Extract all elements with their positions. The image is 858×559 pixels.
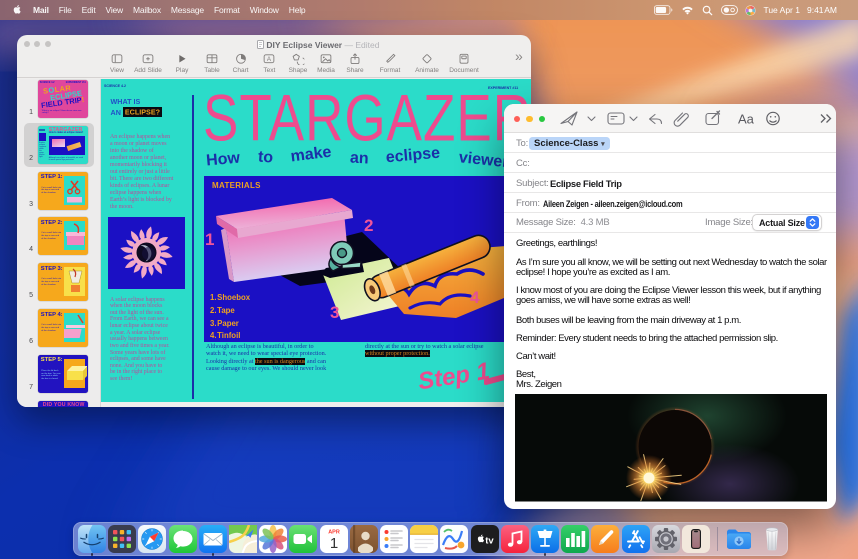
svg-text:tv: tv: [485, 535, 494, 546]
svg-text:Aa: Aa: [738, 112, 755, 127]
svg-text:1: 1: [329, 535, 337, 552]
svg-text:A: A: [267, 56, 272, 63]
